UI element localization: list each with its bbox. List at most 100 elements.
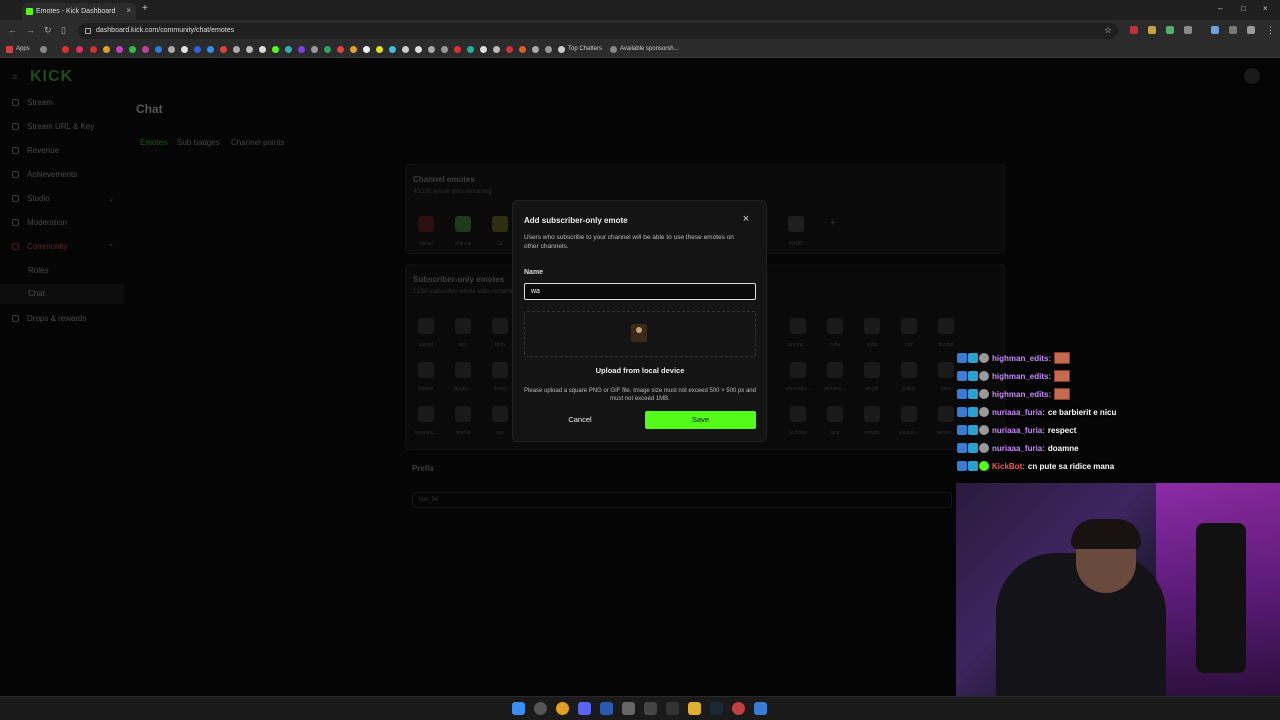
- bookmark-icon[interactable]: [90, 46, 97, 53]
- reload-icon[interactable]: ↻: [44, 25, 52, 36]
- sidebar-subitem-chat[interactable]: Chat: [0, 284, 124, 304]
- bookmark-icon[interactable]: [376, 46, 383, 53]
- bookmark-icon[interactable]: [220, 46, 227, 53]
- profile-icon[interactable]: [1229, 26, 1237, 34]
- browser-tab[interactable]: Emotes - Kick Dashboard ×: [22, 3, 136, 20]
- bookmark-icon[interactable]: [532, 46, 539, 53]
- app-icon[interactable]: [644, 702, 657, 715]
- telegram-icon[interactable]: [600, 702, 613, 715]
- channel-emote[interactable]: [788, 216, 804, 232]
- subscriber-emote[interactable]: [827, 318, 843, 334]
- bookmark-apps[interactable]: Apps: [16, 46, 30, 52]
- subscriber-emote[interactable]: [492, 362, 508, 378]
- windows-start-icon[interactable]: [512, 702, 525, 715]
- extension-icon[interactable]: [1130, 26, 1138, 34]
- sidebar-item-moderation[interactable]: Moderation: [12, 218, 67, 227]
- subscriber-emote[interactable]: [864, 318, 880, 334]
- emote-name-input[interactable]: [524, 283, 756, 300]
- profile-avatar-icon[interactable]: [1247, 26, 1255, 34]
- bookmark-icon[interactable]: [76, 46, 83, 53]
- subscriber-emote[interactable]: [938, 318, 954, 334]
- tab-channel-points[interactable]: Channel points: [231, 138, 284, 147]
- subscriber-emote[interactable]: [790, 318, 806, 334]
- subscriber-emote[interactable]: [938, 406, 954, 422]
- split-view-icon[interactable]: ▯: [61, 25, 66, 36]
- app-icon[interactable]: [732, 702, 745, 715]
- bookmark-top-chatters[interactable]: Top Chatters: [568, 46, 602, 52]
- bookmark-icon[interactable]: [493, 46, 500, 53]
- bookmark-icon[interactable]: [194, 46, 201, 53]
- subscriber-emote[interactable]: [418, 318, 434, 334]
- app-icon[interactable]: [622, 702, 635, 715]
- steam-icon[interactable]: [710, 702, 723, 715]
- bookmark-icon[interactable]: [246, 46, 253, 53]
- bookmark-icon[interactable]: [506, 46, 513, 53]
- channel-emote[interactable]: [455, 216, 471, 232]
- bookmark-icon[interactable]: [259, 46, 266, 53]
- channel-emote[interactable]: [492, 216, 508, 232]
- bookmark-star-icon[interactable]: ☆: [1104, 25, 1112, 36]
- sidebar-item-drops-rewards[interactable]: Drops & rewards: [12, 314, 87, 323]
- close-icon[interactable]: ×: [739, 212, 753, 226]
- subscriber-emote[interactable]: [790, 406, 806, 422]
- subscriber-emote[interactable]: [864, 406, 880, 422]
- maximize-button[interactable]: □: [1241, 4, 1246, 13]
- upload-dropzone[interactable]: [524, 311, 756, 357]
- search-icon[interactable]: [534, 702, 547, 715]
- subscriber-emote[interactable]: [901, 318, 917, 334]
- upload-from-device-button[interactable]: Upload from local device: [524, 366, 756, 375]
- sidebar-item-studio[interactable]: Studio: [12, 194, 50, 203]
- bookmark-icon[interactable]: [454, 46, 461, 53]
- bookmark-icon[interactable]: [233, 46, 240, 53]
- bookmark-icon[interactable]: [350, 46, 357, 53]
- sidebar-item-achievements[interactable]: Achievements: [12, 170, 77, 179]
- extensions-puzzle-icon[interactable]: [1184, 26, 1192, 34]
- bookmark-icon[interactable]: [324, 46, 331, 53]
- kick-logo[interactable]: KICK: [30, 68, 73, 86]
- minimize-button[interactable]: –: [1218, 4, 1222, 13]
- browser-menu-icon[interactable]: ⋮: [1266, 25, 1275, 36]
- bookmark-icon[interactable]: [311, 46, 318, 53]
- bookmark-icon[interactable]: [519, 46, 526, 53]
- menu-icon[interactable]: ≡: [12, 72, 17, 82]
- subscriber-emote[interactable]: [901, 406, 917, 422]
- discord-icon[interactable]: [578, 702, 591, 715]
- bookmark-icon[interactable]: [363, 46, 370, 53]
- bookmark-icon[interactable]: [545, 46, 552, 53]
- address-bar[interactable]: dashboard.kick.com/community/chat/emotes: [78, 23, 1118, 39]
- sidebar-item-revenue[interactable]: Revenue: [12, 146, 59, 155]
- sidebar-subitem-roles[interactable]: Roles: [28, 266, 48, 275]
- bookmark-icon[interactable]: [142, 46, 149, 53]
- sidebar-item-stream-url-key[interactable]: Stream URL & Key: [12, 122, 94, 131]
- channel-emote[interactable]: [418, 216, 434, 232]
- bookmark-available-sponsorships[interactable]: Available sponsorsh...: [620, 46, 679, 52]
- chevron-down-icon[interactable]: ⌄: [108, 195, 114, 203]
- downloads-icon[interactable]: [1211, 26, 1219, 34]
- bookmark-icon[interactable]: [62, 46, 69, 53]
- back-icon[interactable]: ←: [8, 25, 17, 35]
- bookmark-icon[interactable]: [207, 46, 214, 53]
- apps-grid-icon[interactable]: [6, 46, 13, 53]
- chevron-up-icon[interactable]: ⌃: [108, 243, 114, 251]
- sidebar-item-stream[interactable]: Stream: [12, 98, 53, 107]
- bookmark-icon[interactable]: [337, 46, 344, 53]
- app-icon[interactable]: [666, 702, 679, 715]
- bookmark-icon[interactable]: [181, 46, 188, 53]
- subscriber-emote[interactable]: [418, 362, 434, 378]
- user-avatar[interactable]: [1244, 68, 1260, 84]
- subscriber-emote[interactable]: [492, 318, 508, 334]
- tab-close-icon[interactable]: ×: [126, 6, 131, 15]
- tab-emotes[interactable]: Emotes: [140, 138, 167, 147]
- bookmark-icon[interactable]: [129, 46, 136, 53]
- sidebar-item-community[interactable]: Community: [12, 242, 67, 251]
- chrome-icon[interactable]: [556, 702, 569, 715]
- bookmark-icon[interactable]: [168, 46, 175, 53]
- site-info-icon[interactable]: [85, 28, 91, 34]
- subscriber-emote[interactable]: [455, 406, 471, 422]
- bookmark-icon[interactable]: [467, 46, 474, 53]
- subscriber-emote[interactable]: [827, 406, 843, 422]
- subscriber-emote[interactable]: [418, 406, 434, 422]
- subscriber-emote[interactable]: [455, 318, 471, 334]
- bookmark-icon[interactable]: [40, 46, 47, 53]
- prefix-input[interactable]: kiel_34: [412, 492, 952, 508]
